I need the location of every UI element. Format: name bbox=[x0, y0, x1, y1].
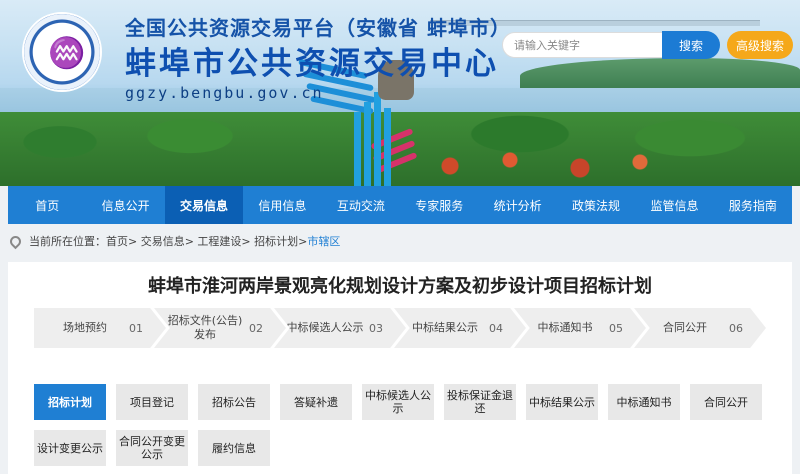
search-button[interactable]: 搜索 bbox=[662, 31, 720, 59]
step-contract-disclosure: 合同公开 06 bbox=[634, 308, 766, 348]
platform-name: 全国公共资源交易平台（安徽省 蚌埠市） bbox=[125, 16, 511, 40]
tab-candidate-publicity[interactable]: 中标候选人公示 bbox=[362, 384, 434, 420]
tab-tender-notice[interactable]: 招标公告 bbox=[198, 384, 270, 420]
step-number: 02 bbox=[249, 321, 263, 335]
step-award-notice: 中标通知书 05 bbox=[514, 308, 646, 348]
nav-item-trade-info[interactable]: 交易信息 bbox=[164, 186, 244, 224]
tab-clarification[interactable]: 答疑补遗 bbox=[280, 384, 352, 420]
step-label: 中标结果公示 bbox=[412, 321, 478, 334]
flowers-image bbox=[420, 148, 680, 186]
step-number: 05 bbox=[609, 321, 623, 335]
step-label: 合同公开 bbox=[663, 321, 707, 334]
nav-item-interaction[interactable]: 互动交流 bbox=[322, 186, 400, 224]
step-number: 04 bbox=[489, 321, 503, 335]
nav-item-policy[interactable]: 政策法规 bbox=[557, 186, 635, 224]
nav-item-expert-service[interactable]: 专家服务 bbox=[400, 186, 478, 224]
tab-award-notice[interactable]: 中标通知书 bbox=[608, 384, 680, 420]
tab-performance-info[interactable]: 履约信息 bbox=[198, 430, 270, 466]
step-number: 01 bbox=[129, 321, 143, 335]
tab-result-publicity[interactable]: 中标结果公示 bbox=[526, 384, 598, 420]
nav-item-info-disclosure[interactable]: 信息公开 bbox=[86, 186, 164, 224]
step-label: 招标文件(公告)发布 bbox=[167, 314, 243, 341]
step-tender-doc-release: 招标文件(公告)发布 02 bbox=[154, 308, 286, 348]
tab-design-change[interactable]: 设计变更公示 bbox=[34, 430, 106, 466]
tab-contract-change[interactable]: 合同公开变更公示 bbox=[116, 430, 188, 466]
step-label: 中标候选人公示 bbox=[286, 321, 364, 334]
breadcrumb: 当前所在位置： 首页> 交易信息> 工程建设> 招标计划> 市辖区 bbox=[7, 230, 340, 252]
step-result-publicity: 中标结果公示 04 bbox=[394, 308, 526, 348]
breadcrumb-prefix: 当前所在位置： bbox=[29, 235, 106, 248]
main-nav: 首页 信息公开 交易信息 信用信息 互动交流 专家服务 统计分析 政策法规 监管… bbox=[8, 186, 792, 224]
nav-item-service-guide[interactable]: 服务指南 bbox=[714, 186, 792, 224]
step-label: 场地预约 bbox=[63, 321, 107, 334]
header-banner: ♒ 全国公共资源交易平台（安徽省 蚌埠市） 蚌埠市公共资源交易中心 ggzy.b… bbox=[0, 0, 800, 186]
tab-deposit-refund[interactable]: 投标保证金退还 bbox=[444, 384, 516, 420]
tab-contract-disclosure[interactable]: 合同公开 bbox=[690, 384, 762, 420]
nav-item-credit-info[interactable]: 信用信息 bbox=[243, 186, 321, 224]
logo-mark-icon: ♒ bbox=[48, 36, 86, 71]
nav-item-supervision[interactable]: 监管信息 bbox=[635, 186, 713, 224]
location-pin-icon bbox=[7, 233, 24, 249]
site-domain: ggzy.bengbu.gov.cn bbox=[125, 84, 324, 102]
nav-item-statistics[interactable]: 统计分析 bbox=[478, 186, 556, 224]
step-venue-booking: 场地预约 01 bbox=[34, 308, 166, 348]
breadcrumb-path[interactable]: 首页> 交易信息> 工程建设> 招标计划> bbox=[106, 233, 307, 249]
search-input[interactable] bbox=[514, 36, 662, 54]
center-name: 蚌埠市公共资源交易中心 bbox=[125, 46, 499, 82]
advanced-search-button[interactable]: 高级搜索 bbox=[727, 31, 793, 59]
step-number: 03 bbox=[369, 321, 383, 335]
step-candidate-publicity: 中标候选人公示 03 bbox=[274, 308, 406, 348]
process-steps: 场地预约 01 招标文件(公告)发布 02 中标候选人公示 03 中标结果公示 … bbox=[34, 308, 770, 348]
step-label: 中标通知书 bbox=[537, 321, 593, 334]
main-content: 蚌埠市淮河两岸景观亮化规划设计方案及初步设计项目招标计划 场地预约 01 招标文… bbox=[8, 262, 792, 474]
tab-bidding-plan[interactable]: 招标计划 bbox=[34, 384, 106, 420]
tab-project-registration[interactable]: 项目登记 bbox=[116, 384, 188, 420]
step-number: 06 bbox=[729, 321, 743, 335]
breadcrumb-current[interactable]: 市辖区 bbox=[307, 233, 340, 249]
site-logo[interactable]: ♒ bbox=[22, 12, 102, 92]
nav-item-home[interactable]: 首页 bbox=[8, 186, 86, 224]
riverbank-image bbox=[520, 58, 800, 88]
page-title: 蚌埠市淮河两岸景观亮化规划设计方案及初步设计项目招标计划 bbox=[148, 276, 652, 297]
